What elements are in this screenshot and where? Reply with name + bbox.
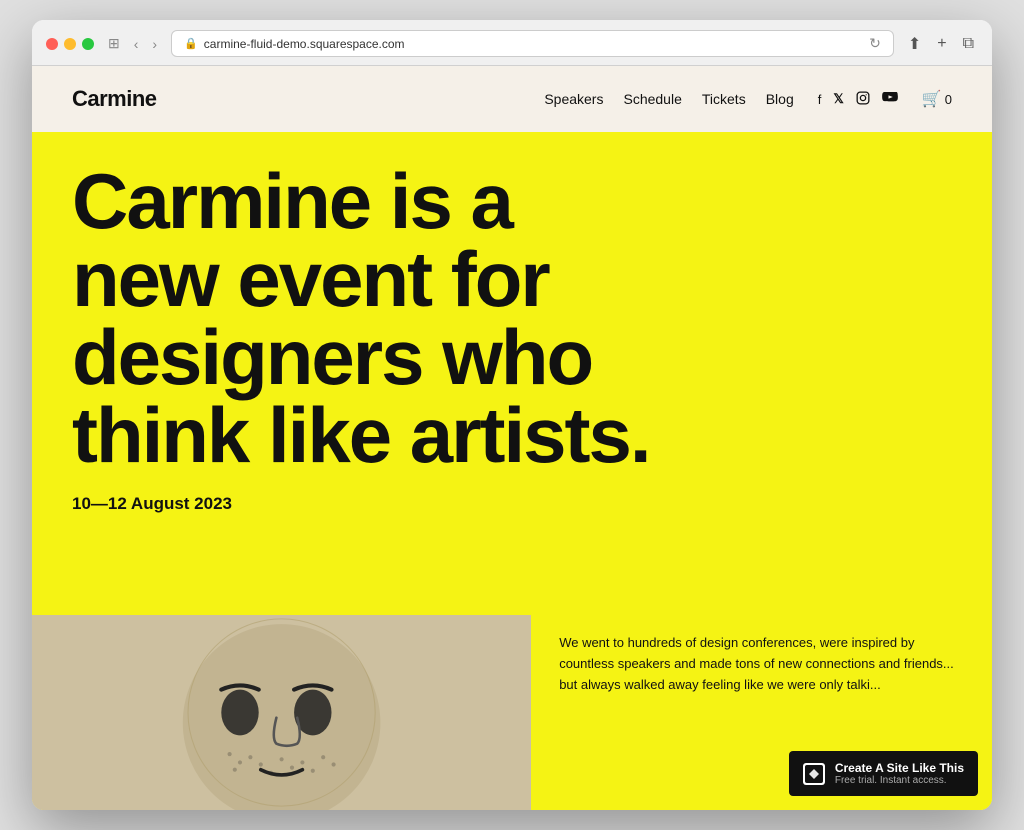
nav-right: Speakers Schedule Tickets Blog f 𝕏 xyxy=(544,89,952,109)
cart-count: 0 xyxy=(945,92,952,107)
cart-area[interactable]: 🛒 0 xyxy=(922,89,952,109)
social-icons: f 𝕏 xyxy=(818,91,898,108)
sidebar-toggle-button[interactable]: ⊞ xyxy=(104,33,124,54)
share-button[interactable]: ⬆ xyxy=(904,32,925,56)
nav-schedule[interactable]: Schedule xyxy=(623,91,681,107)
squarespace-main-text: Create A Site Like This xyxy=(835,761,964,775)
instagram-icon[interactable] xyxy=(856,91,870,108)
site-navigation: Carmine Speakers Schedule Tickets Blog f… xyxy=(32,66,992,132)
close-button[interactable] xyxy=(46,38,58,50)
browser-controls: ⊞ ‹ › xyxy=(104,33,161,54)
facebook-icon[interactable]: f xyxy=(818,92,822,107)
nav-tickets[interactable]: Tickets xyxy=(702,91,746,107)
address-bar[interactable]: 🔒 carmine-fluid-demo.squarespace.com ↻ xyxy=(171,30,894,57)
hero-headline: Carmine is a new event for designers who… xyxy=(72,162,652,474)
site-logo[interactable]: Carmine xyxy=(72,86,157,112)
website-content: Carmine Speakers Schedule Tickets Blog f… xyxy=(32,66,992,810)
squarespace-sub-text: Free trial. Instant access. xyxy=(835,775,964,786)
squarespace-logo xyxy=(803,763,825,785)
hero-section: Carmine is a new event for designers who… xyxy=(32,132,992,810)
tabs-button[interactable]: ⧉ xyxy=(959,33,978,55)
browser-window: ⊞ ‹ › 🔒 carmine-fluid-demo.squarespace.c… xyxy=(32,20,992,810)
nav-speakers[interactable]: Speakers xyxy=(544,91,603,107)
cart-icon: 🛒 xyxy=(922,89,942,109)
browser-chrome: ⊞ ‹ › 🔒 carmine-fluid-demo.squarespace.c… xyxy=(32,20,992,66)
squarespace-banner[interactable]: Create A Site Like This Free trial. Inst… xyxy=(789,751,978,796)
nav-links: Speakers Schedule Tickets Blog xyxy=(544,91,793,107)
new-tab-button[interactable]: + xyxy=(933,33,950,55)
forward-button[interactable]: › xyxy=(148,34,161,54)
squarespace-text-block: Create A Site Like This Free trial. Inst… xyxy=(835,761,964,786)
hero-date: 10—12 August 2023 xyxy=(72,494,952,514)
lock-icon: 🔒 xyxy=(184,37,198,50)
back-button[interactable]: ‹ xyxy=(130,34,143,54)
bottom-description: We went to hundreds of design conference… xyxy=(559,633,964,695)
traffic-lights xyxy=(46,38,94,50)
maximize-button[interactable] xyxy=(82,38,94,50)
browser-actions: ⬆ + ⧉ xyxy=(904,32,978,56)
reload-icon[interactable]: ↻ xyxy=(869,35,881,52)
face-image xyxy=(32,615,531,810)
youtube-icon[interactable] xyxy=(882,92,898,107)
url-text: carmine-fluid-demo.squarespace.com xyxy=(204,37,405,51)
nav-blog[interactable]: Blog xyxy=(766,91,794,107)
minimize-button[interactable] xyxy=(64,38,76,50)
twitter-icon[interactable]: 𝕏 xyxy=(833,91,843,107)
